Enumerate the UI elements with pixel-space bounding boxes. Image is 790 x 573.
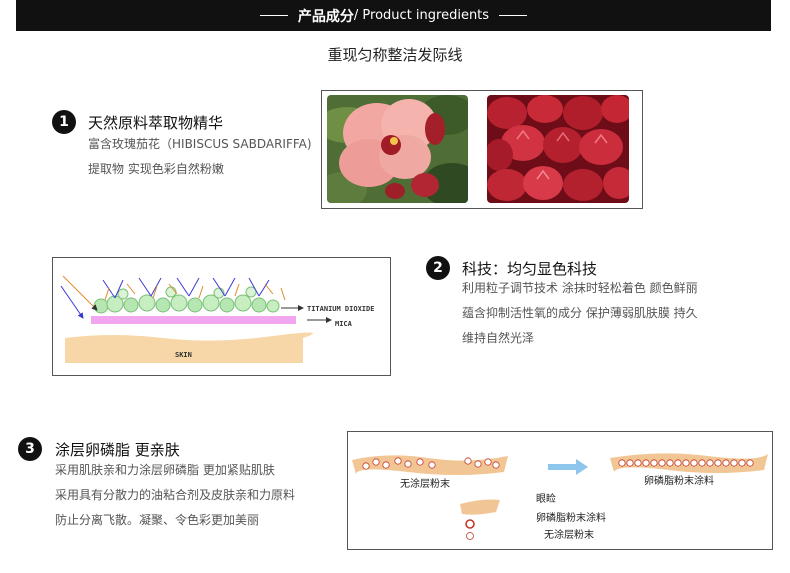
page-subtitle: 重现匀称整洁发际线 xyxy=(327,46,463,64)
coated-particles xyxy=(618,459,754,467)
section2-line-1: 利用粒子调节技术 涂抹时轻松着色 颜色鲜丽 xyxy=(462,281,698,295)
section3-number-badge: 3 xyxy=(18,437,42,461)
mica-layer xyxy=(91,316,296,324)
section-header: 产品成分 / Product ingredients xyxy=(16,0,771,31)
section1-number-badge: 1 xyxy=(52,110,76,134)
legend-eyelid-label: 眼睑 xyxy=(536,492,556,505)
section3-title: 涂层卵磷脂 更亲肤 xyxy=(55,441,180,459)
section2-line-3: 维持自然光泽 xyxy=(462,331,535,345)
coated-powder-label: 卵磷脂粉末涂料 xyxy=(644,474,714,487)
comparison-arrow xyxy=(548,459,588,475)
header-dash-right xyxy=(499,15,528,16)
roselle-calyx-photo xyxy=(487,95,629,203)
section1-description: 富含玫瑰茄花（HIBISCUS SABDARIFFA) 提取物 实现色彩自然粉嫩 xyxy=(88,132,312,182)
legend-uncoated-label: 无涂层粉末 xyxy=(544,528,594,541)
hibiscus-flower-photo xyxy=(327,95,468,203)
section3-line-2: 采用具有分散力的油粘合剂及皮肤亲和力原料 xyxy=(55,488,296,502)
legend-uncoated-particle xyxy=(466,532,474,540)
section1-title: 天然原料萃取物精华 xyxy=(88,114,224,132)
uncoated-powder-label: 无涂层粉末 xyxy=(400,477,450,490)
section3-line-1: 采用肌肤亲和力涂层卵磷脂 更加紧贴肌肤 xyxy=(55,463,275,477)
legend-eyelid-swatch xyxy=(460,499,500,515)
header-title-en: / Product ingredients xyxy=(353,8,490,23)
titanium-particles xyxy=(93,286,280,314)
section2-number-badge: 2 xyxy=(426,256,450,280)
section2-description: 利用粒子调节技术 涂抹时轻松着色 颜色鲜丽 蕴含抑制活性氧的成分 保护薄弱肌肤膜… xyxy=(462,276,698,351)
label-mica: MICA xyxy=(335,320,353,328)
legend-coated-label: 卵磷脂粉末涂料 xyxy=(536,511,606,524)
section1-line-2: 提取物 实现色彩自然粉嫩 xyxy=(88,162,224,176)
section2-line-2: 蕴含抑制活性氧的成分 保护薄弱肌肤膜 持久 xyxy=(462,306,698,320)
particle-tech-diagram: TITANIUM DIOXIDE MICA SKIN xyxy=(52,257,391,376)
section3-line-3: 防止分离飞散。凝聚、令色彩更加美丽 xyxy=(55,513,260,527)
label-skin: SKIN xyxy=(175,351,192,359)
label-titanium-dioxide: TITANIUM DIOXIDE xyxy=(307,305,374,313)
legend-coated-particle xyxy=(465,519,475,529)
hibiscus-photo-frame xyxy=(321,90,643,209)
header-dash-left xyxy=(259,15,288,16)
section1-line-1: 富含玫瑰茄花（HIBISCUS SABDARIFFA) xyxy=(88,137,312,151)
lecithin-coating-diagram: 无涂层粉末 卵磷脂粉末涂料 眼睑 卵磷脂粉末涂料 无涂层粉末 xyxy=(347,431,773,550)
section3-description: 采用肌肤亲和力涂层卵磷脂 更加紧贴肌肤 采用具有分散力的油粘合剂及皮肤亲和力原料… xyxy=(55,458,295,533)
header-title-cn: 产品成分 xyxy=(297,8,354,25)
